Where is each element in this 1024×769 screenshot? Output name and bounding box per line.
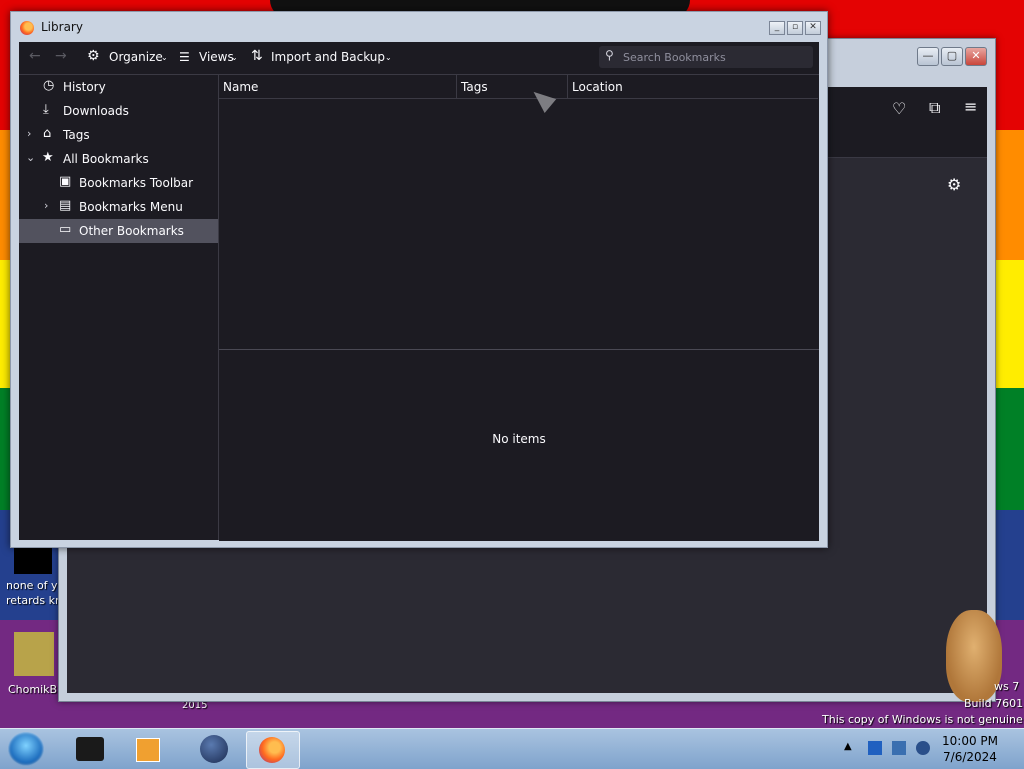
start-button[interactable] (8, 732, 44, 766)
import-backup-chevron-icon: ⌄ (385, 53, 392, 62)
forward-arrow-icon[interactable]: → (55, 48, 67, 64)
column-location-label: Location (572, 80, 623, 94)
folder-icon: ▭ (59, 222, 72, 237)
desktop-icon-1[interactable] (14, 544, 52, 574)
taskbar-app-3[interactable] (188, 731, 240, 767)
bookmarks-list[interactable] (219, 99, 819, 349)
library-sidebar: ◷ History ⤓ Downloads › ⌂ Tags ⌄ ★ All B… (19, 75, 219, 540)
tag-icon: ⌂ (43, 126, 52, 141)
search-input[interactable] (621, 48, 810, 67)
star-icon: ★ (42, 150, 54, 165)
firefox-icon (259, 737, 285, 763)
back-arrow-icon[interactable]: ← (29, 48, 41, 64)
sidebar-item-label: Other Bookmarks (79, 224, 184, 238)
extensions-icon[interactable]: ⧉ (929, 98, 940, 118)
sidebar-item-label: History (63, 80, 106, 94)
chevron-down-icon[interactable]: ⌄ (26, 151, 35, 164)
bookmarks-menu-icon: ▤ (59, 198, 72, 213)
globe-icon (200, 735, 228, 763)
column-header-location[interactable]: Location (568, 75, 818, 99)
volume-icon[interactable] (916, 741, 930, 755)
taskbar-app-1[interactable] (64, 731, 116, 767)
watermark-line1: ws 7 (994, 680, 1020, 693)
sidebar-item-label: Bookmarks Menu (79, 200, 183, 214)
sidebar-item-downloads[interactable]: ⤓ Downloads (19, 99, 218, 123)
library-window[interactable]: Library _ ▫ ✕ ← → ⚙ Organize ⌄ ☰ Views ⌄… (10, 11, 828, 548)
sidebar-item-label: Bookmarks Toolbar (79, 176, 194, 190)
views-button[interactable]: Views (199, 50, 234, 64)
clock-date: 7/6/2024 (943, 750, 997, 764)
pocket-icon[interactable]: ♡ (892, 99, 906, 118)
gear-icon: ⚙ (87, 48, 100, 64)
menu-icon[interactable]: ≡ (964, 97, 977, 116)
gear-icon[interactable]: ⚙ (947, 175, 961, 194)
network-icon[interactable] (892, 741, 906, 755)
views-icon: ☰ (179, 50, 190, 64)
clock-time: 10:00 PM (942, 734, 998, 748)
sidebar-item-label: All Bookmarks (63, 152, 149, 166)
column-tags-label: Tags (461, 80, 488, 94)
clock-icon: ◷ (43, 78, 55, 93)
sidebar-item-other-bookmarks[interactable]: ▭ Other Bookmarks (19, 219, 218, 243)
tray-app-icon[interactable] (868, 741, 882, 755)
taskbar-firefox[interactable] (246, 731, 300, 769)
library-close-button[interactable]: ✕ (805, 21, 821, 35)
views-chevron-icon: ⌄ (231, 53, 238, 62)
import-backup-icon: ⇅ (251, 48, 263, 64)
sidebar-item-bookmarks-menu[interactable]: › ▤ Bookmarks Menu (19, 195, 218, 219)
library-body: ← → ⚙ Organize ⌄ ☰ Views ⌄ ⇅ Import and … (19, 42, 819, 541)
firefox-logo-icon (20, 21, 34, 35)
library-title: Library (41, 20, 83, 34)
sidebar-item-label: Downloads (63, 104, 129, 118)
search-icon: ⚲ (605, 48, 614, 62)
column-name-label: Name (223, 80, 259, 94)
bookmarks-toolbar-icon: ▣ (59, 174, 72, 189)
close-button[interactable]: ✕ (965, 47, 987, 66)
sidebar-item-bookmarks-toolbar[interactable]: ▣ Bookmarks Toolbar (19, 171, 218, 195)
clock[interactable]: 10:00 PM 7/6/2024 (942, 733, 998, 765)
taskbar: ▲ 10:00 PM 7/6/2024 (0, 728, 1024, 769)
sidebar-item-history[interactable]: ◷ History (19, 75, 218, 99)
bookmarks-content: Name Tags Location No items (219, 75, 819, 541)
app-1-icon (76, 737, 104, 761)
download-icon: ⤓ (43, 102, 49, 117)
desktop-icon-2-label: ChomikB (8, 683, 58, 696)
library-maximize-button[interactable]: ▫ (787, 21, 803, 35)
column-header-name[interactable]: Name (219, 75, 457, 99)
show-hidden-icons-icon[interactable]: ▲ (844, 741, 852, 752)
details-pane: No items (219, 349, 819, 541)
desktop-icon-1-label-line2: retards kn (6, 594, 62, 607)
desktop-icon-1-label-line1: none of y (6, 579, 58, 592)
chevron-right-icon[interactable]: › (44, 199, 48, 212)
sidebar-item-label: Tags (63, 128, 90, 142)
organize-button[interactable]: Organize (109, 50, 163, 64)
watermark-line2: Build 7601 (964, 697, 1024, 710)
library-minimize-button[interactable]: _ (769, 21, 785, 35)
minimize-button[interactable]: — (917, 47, 939, 66)
search-box[interactable]: ⚲ (599, 46, 813, 68)
desktop-icon-2[interactable] (14, 632, 54, 676)
no-items-message: No items (492, 432, 546, 446)
library-toolbar: ← → ⚙ Organize ⌄ ☰ Views ⌄ ⇅ Import and … (19, 42, 819, 75)
chevron-right-icon[interactable]: › (27, 127, 31, 140)
sidebar-item-all-bookmarks[interactable]: ⌄ ★ All Bookmarks (19, 147, 218, 171)
import-backup-button[interactable]: Import and Backup (271, 50, 385, 64)
media-player-icon (136, 738, 160, 762)
taskbar-media-player[interactable] (122, 731, 174, 767)
maximize-button[interactable]: ▢ (941, 47, 963, 66)
watermark-line3: This copy of Windows is not genuine (822, 713, 1023, 726)
organize-chevron-icon: ⌄ (161, 53, 168, 62)
sidebar-item-tags[interactable]: › ⌂ Tags (19, 123, 218, 147)
